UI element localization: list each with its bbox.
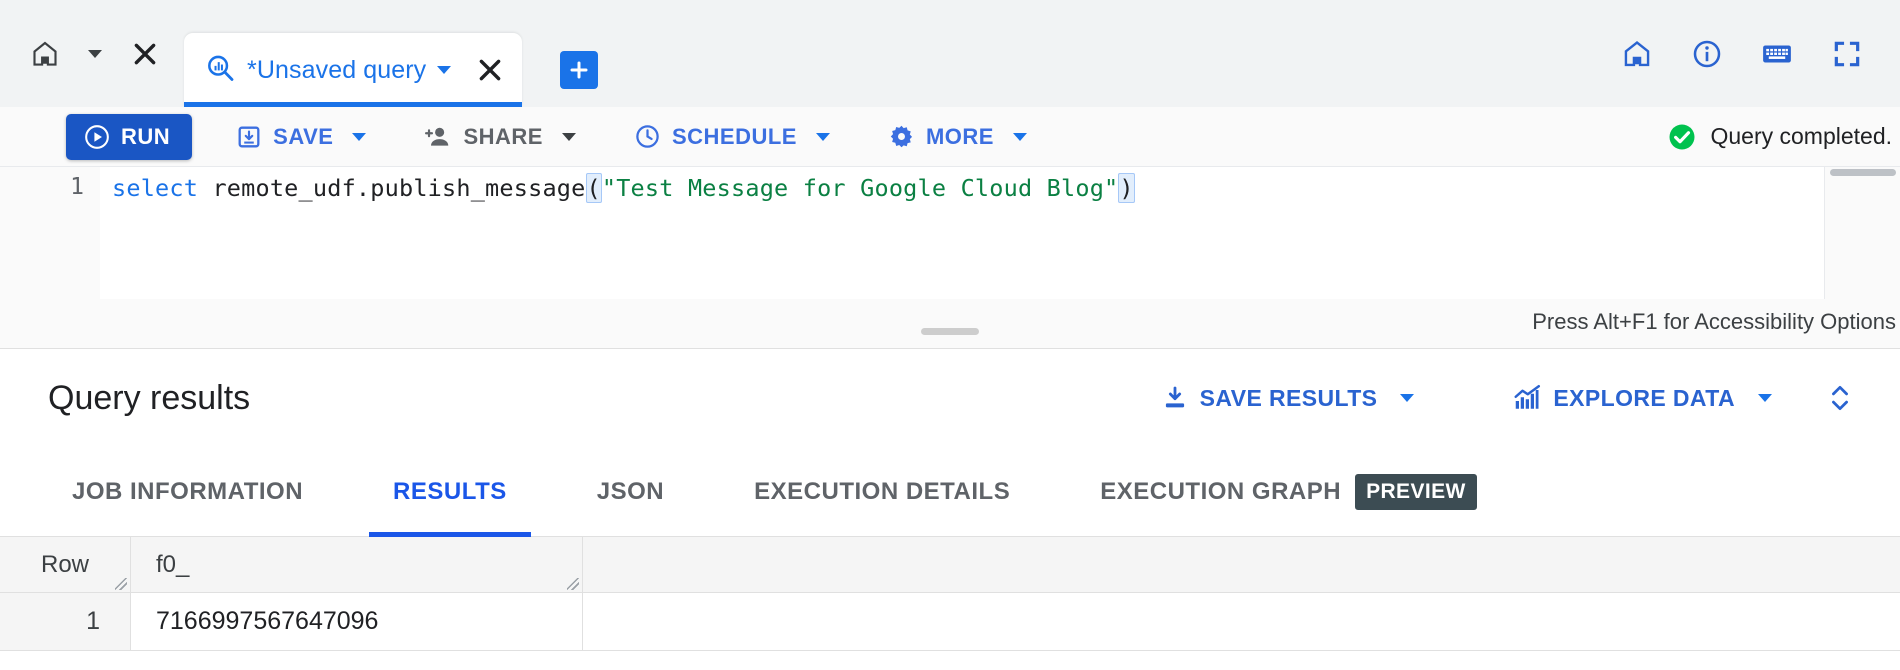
table-empty-space [0, 651, 1900, 669]
column-header-row[interactable]: Row [0, 537, 131, 592]
tab-results-label: RESULTS [393, 477, 507, 505]
column-resize-grip[interactable] [567, 578, 579, 590]
share-button-label: SHARE [463, 123, 543, 149]
tab-menu-caret-icon[interactable] [437, 66, 452, 74]
editor-gutter: 1 [0, 167, 100, 299]
column-header-row-label: Row [40, 550, 89, 578]
tab-bar-left-controls [0, 0, 168, 107]
resize-handle[interactable] [921, 328, 979, 335]
tab-unsaved-query[interactable]: *Unsaved query [184, 33, 523, 107]
new-tab-plus-icon[interactable] [560, 51, 599, 89]
save-results-label: SAVE RESULTS [1199, 384, 1378, 411]
person-add-icon [424, 123, 452, 151]
check-circle-icon [1667, 122, 1697, 152]
tab-close-icon[interactable] [476, 56, 504, 84]
query-status: Query completed. [1667, 122, 1900, 152]
explore-data-button[interactable]: EXPLORE DATA [1496, 372, 1788, 424]
open-paren: ( [585, 173, 602, 203]
tab-title: *Unsaved query [247, 55, 427, 84]
save-results-button[interactable]: SAVE RESULTS [1145, 372, 1431, 424]
clock-icon [634, 123, 661, 150]
query-status-text: Query completed. [1710, 123, 1892, 149]
share-button[interactable]: SHARE [410, 114, 590, 160]
query-code[interactable]: select remote_udf.publish_message("Test … [112, 173, 1135, 203]
column-header-f0[interactable]: f0_ [131, 537, 583, 592]
accessibility-hint: Press Alt+F1 for Accessibility Options [1532, 309, 1896, 334]
tab-json-label: JSON [596, 477, 665, 505]
tab-json[interactable]: JSON [573, 447, 688, 537]
home-dropdown-caret-icon[interactable] [72, 31, 118, 77]
cell-f0: 7166997567647096 [131, 593, 583, 650]
results-tab-bar: JOB INFORMATION RESULTS JSON EXECUTION D… [0, 447, 1900, 537]
query-search-icon [204, 52, 236, 89]
home-icon-right[interactable] [1614, 31, 1660, 77]
tab-bar: *Unsaved query [0, 0, 1900, 107]
table-header-row: Row f0_ [0, 537, 1900, 593]
line-number: 1 [70, 174, 84, 200]
run-button-label: RUN [121, 123, 171, 149]
tab-execution-details-label: EXECUTION DETAILS [754, 477, 1011, 505]
explore-data-label: EXPLORE DATA [1553, 384, 1735, 411]
keyboard-icon[interactable] [1754, 31, 1800, 77]
expand-collapse-icon[interactable] [1814, 372, 1866, 424]
results-actions: SAVE RESULTS EXPLORE DATA [1145, 372, 1900, 424]
play-circle-icon [84, 124, 110, 150]
more-button[interactable]: MORE [874, 114, 1041, 160]
close-paren: ) [1118, 173, 1135, 203]
chevron-down-icon[interactable] [352, 132, 367, 141]
more-button-label: MORE [925, 123, 994, 149]
results-table: Row f0_ 1 7166997567647096 [0, 537, 1900, 670]
chevron-down-icon[interactable] [1758, 394, 1772, 402]
cell-filler [583, 593, 1900, 650]
chevron-down-icon[interactable] [561, 132, 576, 141]
cell-row-number: 1 [0, 593, 131, 650]
chevron-down-icon[interactable] [1400, 394, 1415, 402]
tab-bar-right-controls [1614, 0, 1900, 107]
schedule-button[interactable]: SCHEDULE [620, 114, 844, 160]
query-toolbar: RUN SAVE SHARE SCHEDULE MORE Query compl… [0, 107, 1900, 167]
tab-job-information[interactable]: JOB INFORMATION [48, 447, 327, 537]
chart-icon [1512, 383, 1542, 413]
sql-keyword: select [112, 174, 199, 202]
table-row[interactable]: 1 7166997567647096 [0, 593, 1900, 651]
tab-execution-graph-label: EXECUTION GRAPH [1100, 477, 1342, 505]
fullscreen-icon[interactable] [1824, 31, 1870, 77]
tab-execution-graph[interactable]: EXECUTION GRAPH PREVIEW [1076, 447, 1501, 537]
run-button[interactable]: RUN [66, 113, 193, 160]
query-tabs: *Unsaved query [184, 0, 523, 107]
gear-icon [888, 123, 915, 150]
save-button-label: SAVE [273, 123, 334, 149]
tab-job-information-label: JOB INFORMATION [72, 477, 304, 505]
save-button[interactable]: SAVE [222, 114, 380, 160]
tab-results[interactable]: RESULTS [369, 447, 531, 537]
chevron-down-icon [88, 49, 102, 58]
save-download-icon [236, 124, 262, 150]
home-icon[interactable] [22, 31, 68, 77]
chevron-down-icon[interactable] [815, 132, 830, 141]
sql-string-literal: "Test Message for Google Cloud Blog" [601, 174, 1119, 202]
page-title: Query results [48, 378, 251, 417]
schedule-button-label: SCHEDULE [671, 123, 797, 149]
results-header: Query results SAVE RESULTS EXPLORE DATA [0, 349, 1900, 447]
info-icon[interactable] [1684, 31, 1730, 77]
editor-results-divider: Press Alt+F1 for Accessibility Options [0, 299, 1900, 349]
status-badge: PREVIEW [1355, 473, 1477, 510]
bigquery-console: *Unsaved query RUN SAVE SHARE SCHEDULE M… [0, 0, 1900, 670]
editor-scrollbar[interactable] [1830, 169, 1896, 176]
column-resize-grip[interactable] [115, 578, 127, 590]
chevron-down-icon[interactable] [1012, 132, 1027, 141]
sql-function-name: remote_udf.publish_message [198, 174, 586, 202]
column-header-f0-label: f0_ [156, 550, 190, 578]
close-all-tabs-icon[interactable] [122, 31, 168, 77]
editor-right-rail [1824, 167, 1900, 299]
column-header-filler [583, 537, 1900, 592]
download-icon [1161, 384, 1189, 412]
query-editor[interactable]: 1 select remote_udf.publish_message("Tes… [0, 167, 1900, 299]
tab-execution-details[interactable]: EXECUTION DETAILS [730, 447, 1034, 537]
